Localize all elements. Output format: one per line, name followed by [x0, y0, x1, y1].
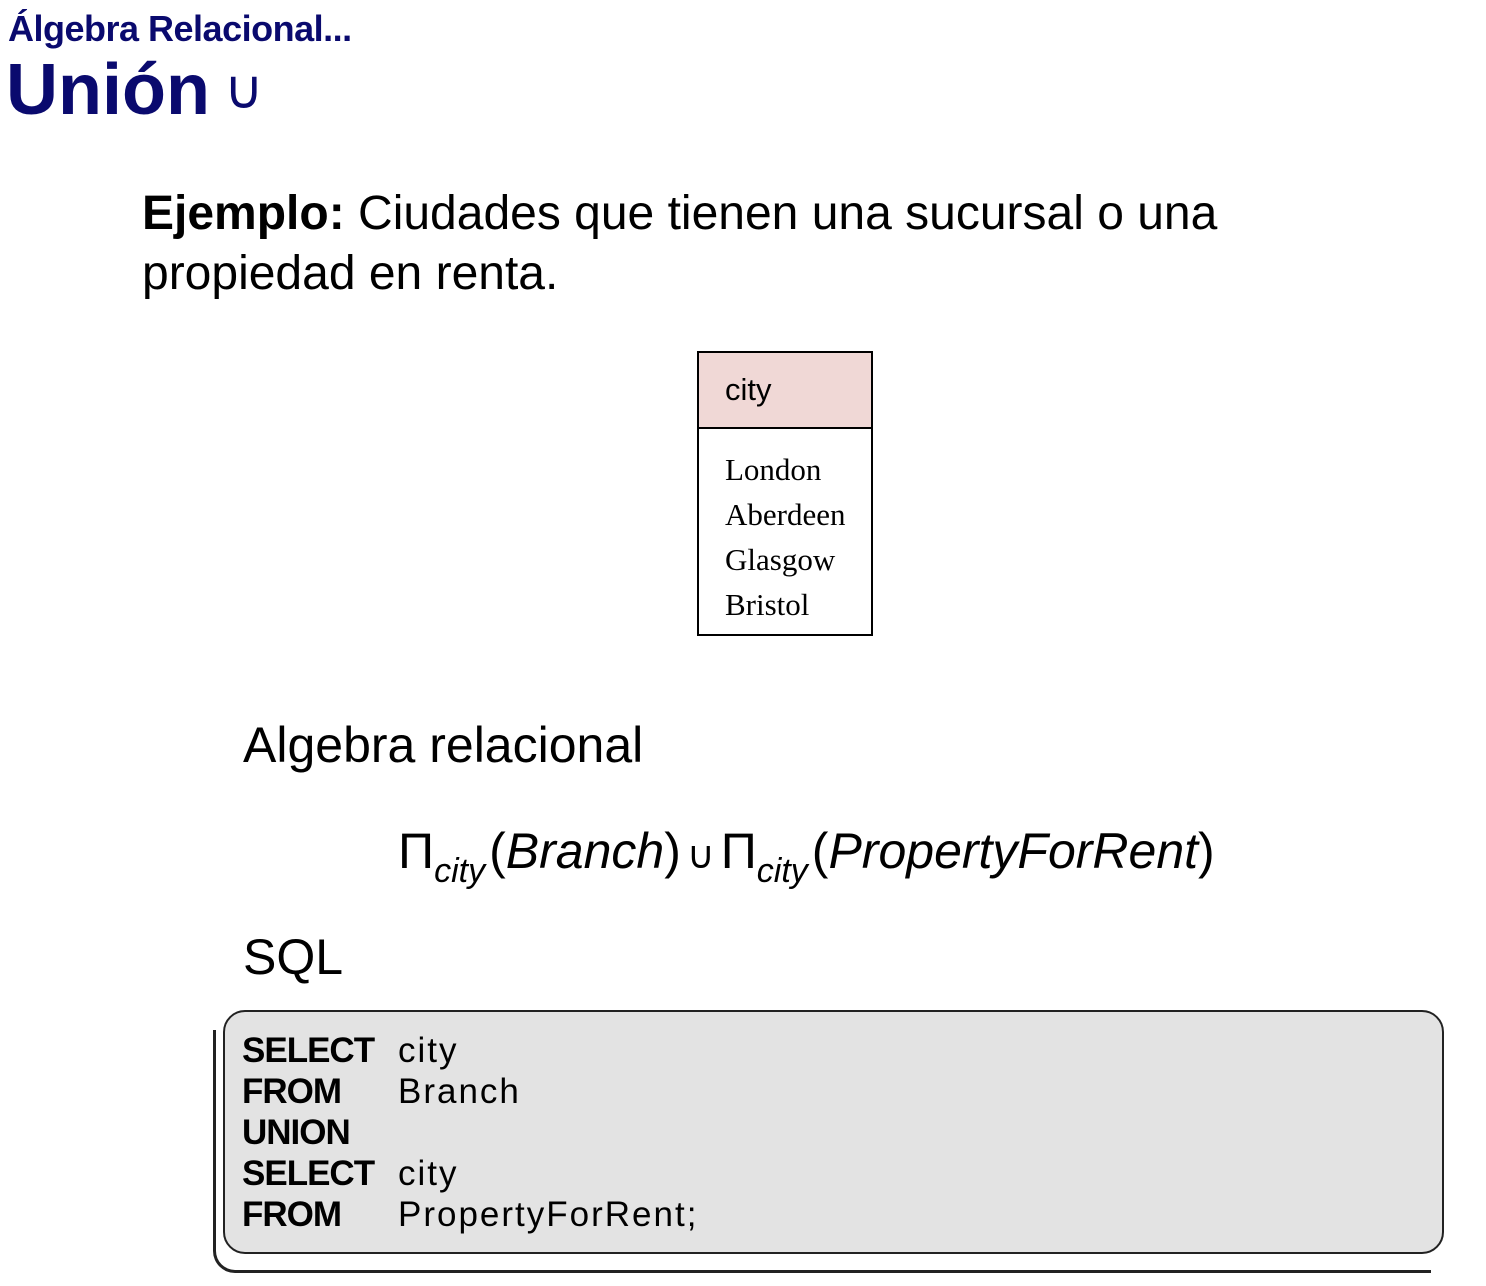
open-paren: (: [489, 823, 506, 879]
projection-symbol: Π: [398, 823, 435, 879]
projection-subscript: city: [756, 852, 808, 890]
sql-value: PropertyForRent;: [398, 1195, 699, 1234]
result-table: city London Aberdeen Glasgow Bristol: [697, 351, 873, 636]
algebra-formula: Πcity(Branch) ∪ Πcity(PropertyForRent): [398, 822, 1215, 890]
sql-keyword: FROM: [242, 1195, 342, 1234]
sql-line: SELECT city: [242, 1153, 698, 1194]
sql-heading: SQL: [243, 929, 344, 985]
result-table-body: London Aberdeen Glasgow Bristol: [699, 429, 871, 627]
example-label: Ejemplo:: [142, 187, 345, 240]
sql-code: SELECT city FROM Branch UNION SELECT city F…: [242, 1030, 698, 1235]
union-symbol: ∪: [223, 58, 264, 121]
projection-subscript: city: [434, 852, 486, 890]
close-paren: ): [1198, 823, 1215, 879]
union-operator: ∪: [686, 833, 715, 877]
sql-value: city: [398, 1031, 459, 1070]
relation-name: Branch: [505, 823, 665, 879]
example-text: Ejemplo: Ciudades que tienen una sucursa…: [142, 184, 1322, 304]
algebra-heading: Algebra relacional: [243, 717, 644, 773]
open-paren: (: [811, 823, 829, 879]
projection-symbol: Π: [720, 823, 757, 879]
relation-name: PropertyForRent: [828, 823, 1199, 879]
sql-line: SELECT city: [242, 1030, 698, 1071]
slide-title: Unión ∪: [6, 54, 263, 126]
sql-code-box: SELECT city FROM Branch UNION SELECT city F…: [223, 1010, 1444, 1254]
sql-line: UNION: [242, 1112, 698, 1153]
result-row: Bristol: [725, 587, 810, 622]
sql-value: Branch: [398, 1072, 521, 1111]
sql-keyword: FROM: [242, 1072, 342, 1111]
sql-keyword: SELECT: [242, 1154, 375, 1193]
sql-line: FROM Branch: [242, 1071, 698, 1112]
result-row: Aberdeen: [725, 497, 846, 532]
sql-value: city: [398, 1154, 459, 1193]
section-subtitle: Álgebra Relacional...: [8, 8, 352, 49]
result-row: Glasgow: [725, 542, 836, 577]
sql-line: FROM PropertyForRent;: [242, 1194, 698, 1235]
sql-keyword: UNION: [242, 1113, 351, 1152]
slide-title-text: Unión: [6, 50, 210, 130]
close-paren: ): [664, 823, 681, 879]
result-row: London: [725, 452, 822, 487]
sql-keyword: SELECT: [242, 1031, 375, 1070]
result-table-header: city: [699, 353, 871, 429]
